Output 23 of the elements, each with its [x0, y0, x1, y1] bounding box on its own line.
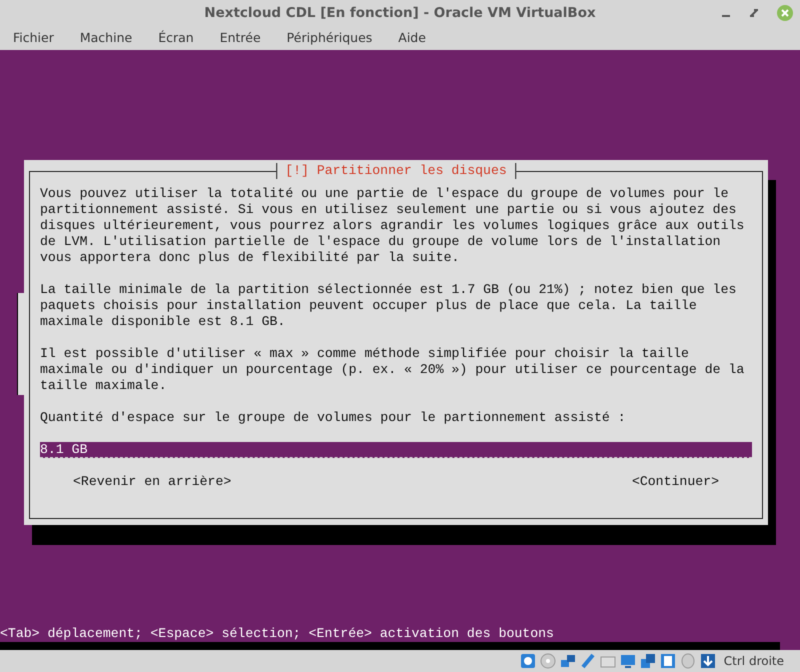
- back-button[interactable]: <Revenir en arrière>: [73, 474, 232, 490]
- dialog-paragraph: La taille minimale de la partition sélectionnée est 1.7 GB (ou 21%) ; notez bien que les paquets choisis pour installation peuvent occuper plus de place que cela. La taille maximale disponible est 8.1 GB.: [40, 282, 738, 330]
- close-icon[interactable]: [776, 4, 794, 22]
- network-icon[interactable]: [560, 653, 576, 669]
- continue-button[interactable]: <Continuer>: [632, 474, 719, 490]
- menu-item[interactable]: Aide: [385, 26, 439, 50]
- menu-item[interactable]: Périphériques: [274, 26, 386, 50]
- size-input-field[interactable]: 8.1 GB: [40, 442, 752, 458]
- display-icon[interactable]: [620, 653, 636, 669]
- key-hint: <Tab> déplacement; <Espace> sélection; <Entrée> activation des boutons: [0, 626, 554, 642]
- dialog-title: [!] Partitionner les disques: [276, 163, 516, 179]
- menu-item[interactable]: Entrée: [206, 26, 274, 50]
- dialog-paragraph: Vous pouvez utiliser la totalité ou une partie de l'espace du groupe de volumes pour le partitionnement assisté. Si vous en utilisez seulement une partie ou si vous ajoutez des disques ultérieurement, vous pourrez alors agrandir les volumes logiques grâce aux outils de LVM. L'utilisation partielle de l'espace du groupe de volume lors de l'installation vous apportera donc plus de flexibilité par la suite.: [40, 186, 746, 266]
- menu-item[interactable]: Fichier: [0, 26, 67, 50]
- window-title: Nextcloud CDL [En fonction] - Oracle VM VirtualBox: [204, 4, 596, 23]
- windows-icon[interactable]: [640, 653, 656, 669]
- download-icon[interactable]: [700, 653, 716, 669]
- field-prompt: Quantité d'espace sur le groupe de volumes pour le partionnement assisté :: [40, 410, 627, 426]
- dialog-paragraph: Il est possible d'utiliser « max » comme méthode simplifiée pour choisir la taille maximale ou d'indiquer un pourcentage (p. ex. « 20% ») pour utiliser ce pourcentage de la taille maximale.: [40, 346, 746, 394]
- menu-item[interactable]: Machine: [66, 26, 146, 50]
- host-key-label: Ctrl droite: [724, 653, 784, 670]
- menu-item[interactable]: Écran: [145, 26, 207, 50]
- cd-icon[interactable]: [540, 653, 556, 669]
